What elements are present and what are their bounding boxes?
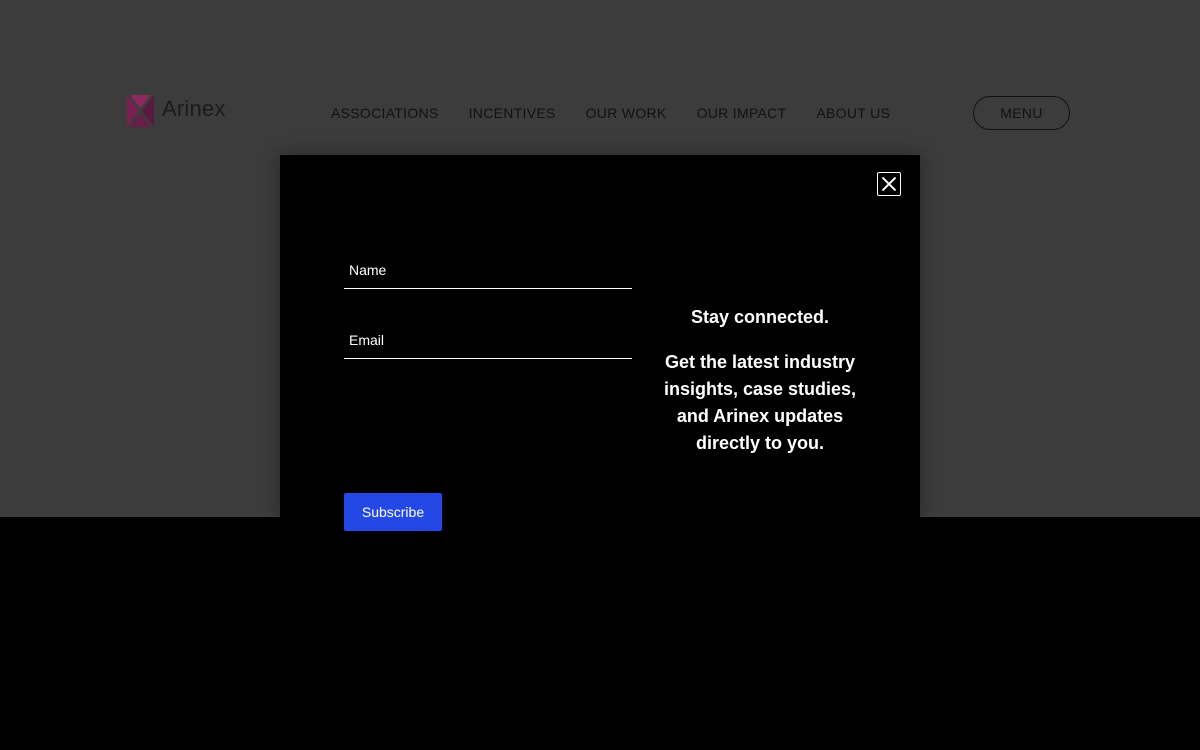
site-logo[interactable]: Arinex: [127, 94, 226, 128]
nav-item-our-impact[interactable]: OUR IMPACT: [697, 105, 787, 121]
menu-button[interactable]: MENU: [973, 96, 1070, 130]
subscribe-modal: Subscribe Stay connected. Get the latest…: [280, 155, 920, 531]
nav-item-incentives[interactable]: INCENTIVES: [469, 105, 556, 121]
email-field-wrapper: [344, 322, 632, 359]
email-input[interactable]: [344, 322, 632, 358]
close-button[interactable]: [877, 172, 901, 196]
arinex-x-logo-icon: [127, 95, 154, 127]
close-icon: [881, 176, 897, 192]
subscribe-button[interactable]: Subscribe: [344, 493, 442, 531]
nav-item-about-us[interactable]: ABOUT US: [816, 105, 890, 121]
logo-text: Arinex: [162, 96, 226, 121]
nav-item-our-work[interactable]: OUR WORK: [586, 105, 667, 121]
promo-heading: Stay connected.: [690, 307, 830, 327]
promo-text-block: Stay connected. Get the latest industry …: [656, 307, 864, 457]
nav-item-associations[interactable]: ASSOCIATIONS: [331, 105, 439, 121]
page-footer-area: [0, 517, 1200, 750]
promo-body: Get the latest industry insights, case s…: [663, 351, 857, 453]
main-nav: ASSOCIATIONS INCENTIVES OUR WORK OUR IMP…: [331, 105, 890, 121]
name-input[interactable]: [344, 252, 632, 288]
name-field-wrapper: [344, 252, 632, 289]
